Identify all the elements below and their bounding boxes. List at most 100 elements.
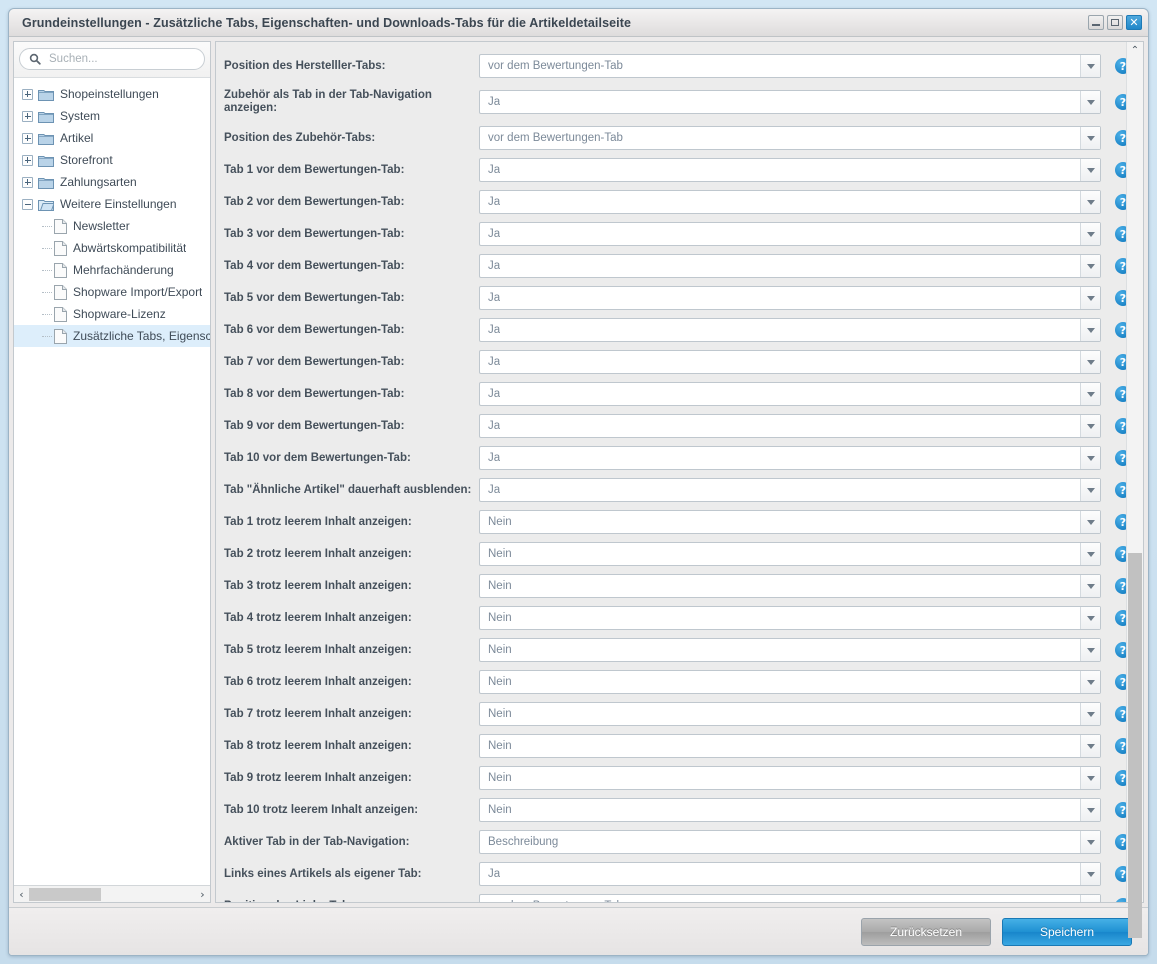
tree-item-storefront[interactable]: Storefront <box>14 149 210 171</box>
dropdown-field[interactable]: Ja <box>479 862 1101 886</box>
chevron-down-icon[interactable] <box>1080 671 1100 693</box>
field-label: Tab 1 vor dem Bewertungen-Tab: <box>224 163 405 176</box>
save-button[interactable]: Speichern <box>1002 917 1132 946</box>
collapse-icon[interactable] <box>22 198 33 210</box>
dropdown-field[interactable]: vor dem Bewertungen-Tab <box>479 894 1101 902</box>
settings-form-panel: Position des Herstelller-Tabs: vor dem Be… <box>215 41 1144 938</box>
tree-item-abwärtskompatibilität[interactable]: Abwärtskompatibilität <box>14 237 210 259</box>
expand-icon[interactable] <box>22 110 33 122</box>
dropdown-field[interactable]: Ja <box>479 446 1101 470</box>
tree-item-mehrfachänderung[interactable]: Mehrfachänderung <box>14 259 210 281</box>
hscroll-thumb[interactable] <box>29 887 101 901</box>
dropdown-field[interactable]: Ja <box>479 190 1101 214</box>
dropdown-field[interactable]: Ja <box>479 414 1101 438</box>
chevron-down-icon[interactable] <box>1080 191 1100 213</box>
chevron-down-icon[interactable] <box>1080 447 1100 469</box>
tree-item-system[interactable]: System <box>14 105 210 127</box>
tree-item-shopware-import-export[interactable]: Shopware Import/Export <box>14 281 210 303</box>
dropdown-field[interactable]: Nein <box>479 606 1101 630</box>
chevron-down-icon[interactable] <box>1080 543 1100 565</box>
dropdown-field[interactable]: Nein <box>479 734 1101 758</box>
expand-icon[interactable] <box>22 176 33 188</box>
tree-item-artikel[interactable]: Artikel <box>14 127 210 149</box>
search-area <box>14 42 210 78</box>
dropdown-field[interactable]: Nein <box>479 638 1101 662</box>
settings-tree[interactable]: Shopeinstellungen System Artikel Storefront… <box>14 78 210 885</box>
chevron-down-icon[interactable] <box>1080 639 1100 661</box>
chevron-down-icon[interactable] <box>1080 895 1100 902</box>
field-label: Tab 1 trotz leerem Inhalt anzeigen: <box>224 515 412 528</box>
chevron-down-icon[interactable] <box>1080 607 1100 629</box>
chevron-down-icon[interactable] <box>1080 415 1100 437</box>
chevron-down-icon[interactable] <box>1080 863 1100 885</box>
field-label: Tab 10 vor dem Bewertungen-Tab: <box>224 451 411 464</box>
search-input[interactable] <box>47 52 195 66</box>
dropdown-field[interactable]: Nein <box>479 702 1101 726</box>
scroll-up-icon[interactable]: ⌃ <box>1127 42 1143 58</box>
tree-item-shopware-lizenz[interactable]: Shopware-Lizenz <box>14 303 210 325</box>
tree-item-weitere-einstellungen[interactable]: Weitere Einstellungen <box>14 193 210 215</box>
dropdown-field[interactable]: Ja <box>479 222 1101 246</box>
dropdown-field[interactable]: Nein <box>479 542 1101 566</box>
dropdown-field[interactable]: Nein <box>479 766 1101 790</box>
vscroll-track[interactable] <box>1127 58 1143 938</box>
dropdown-field[interactable]: Nein <box>479 510 1101 534</box>
dropdown-field[interactable]: Ja <box>479 350 1101 374</box>
chevron-down-icon[interactable] <box>1080 575 1100 597</box>
field-label: Tab 5 vor dem Bewertungen-Tab: <box>224 291 405 304</box>
tree-horizontal-scrollbar[interactable]: ‹ › <box>14 885 210 902</box>
chevron-down-icon[interactable] <box>1080 831 1100 853</box>
search-box[interactable] <box>19 48 205 70</box>
maximize-button[interactable] <box>1107 15 1123 30</box>
dropdown-field[interactable]: Ja <box>479 254 1101 278</box>
chevron-down-icon[interactable] <box>1080 351 1100 373</box>
scroll-left-icon[interactable]: ‹ <box>14 887 29 902</box>
chevron-down-icon[interactable] <box>1080 55 1100 77</box>
chevron-down-icon[interactable] <box>1080 127 1100 149</box>
tree-item-shopeinstellungen[interactable]: Shopeinstellungen <box>14 83 210 105</box>
dropdown-field[interactable]: Nein <box>479 670 1101 694</box>
dropdown-field[interactable]: vor dem Bewertungen-Tab <box>479 54 1101 78</box>
close-icon[interactable]: ✕ <box>1126 15 1142 30</box>
chevron-down-icon[interactable] <box>1080 223 1100 245</box>
chevron-down-icon[interactable] <box>1080 767 1100 789</box>
chevron-down-icon[interactable] <box>1080 479 1100 501</box>
field-label: Tab 5 trotz leerem Inhalt anzeigen: <box>224 643 412 656</box>
chevron-down-icon[interactable] <box>1080 383 1100 405</box>
expand-icon[interactable] <box>22 154 33 166</box>
hscroll-track[interactable] <box>29 886 195 902</box>
dropdown-field[interactable]: Ja <box>479 286 1101 310</box>
expand-icon[interactable] <box>22 88 33 100</box>
dropdown-field[interactable]: Nein <box>479 574 1101 598</box>
dropdown-field[interactable]: Beschreibung <box>479 830 1101 854</box>
vscroll-thumb[interactable] <box>1128 553 1142 938</box>
chevron-down-icon[interactable] <box>1080 319 1100 341</box>
tree-item-zusätzliche-tabs-eigenschaften[interactable]: Zusätzliche Tabs, Eigenschaften <box>14 325 210 347</box>
dropdown-value: Ja <box>488 452 501 464</box>
chevron-down-icon[interactable] <box>1080 159 1100 181</box>
dropdown-field[interactable]: vor dem Bewertungen-Tab <box>479 126 1101 150</box>
tree-item-zahlungsarten[interactable]: Zahlungsarten <box>14 171 210 193</box>
reset-button[interactable]: Zurücksetzen <box>861 917 991 946</box>
chevron-down-icon[interactable] <box>1080 799 1100 821</box>
dropdown-field[interactable]: Ja <box>479 90 1101 114</box>
scroll-right-icon[interactable]: › <box>195 887 210 902</box>
minimize-button[interactable] <box>1088 15 1104 30</box>
chevron-down-icon[interactable] <box>1080 255 1100 277</box>
dropdown-field[interactable]: Ja <box>479 478 1101 502</box>
dropdown-field[interactable]: Nein <box>479 798 1101 822</box>
dropdown-field[interactable]: Ja <box>479 318 1101 342</box>
expand-icon[interactable] <box>22 132 33 144</box>
field-label: Tab "Ähnliche Artikel" dauerhaft ausblen… <box>224 483 472 496</box>
chevron-down-icon[interactable] <box>1080 735 1100 757</box>
dropdown-field[interactable]: Ja <box>479 158 1101 182</box>
form-row: Tab 5 vor dem Bewertungen-Tab: Ja? <box>216 282 1143 314</box>
chevron-down-icon[interactable] <box>1080 91 1100 113</box>
tree-item-newsletter[interactable]: Newsletter <box>14 215 210 237</box>
chevron-down-icon[interactable] <box>1080 287 1100 309</box>
form-vertical-scrollbar[interactable]: ⌃ ⌄ <box>1126 42 1143 938</box>
chevron-down-icon[interactable] <box>1080 703 1100 725</box>
dropdown-field[interactable]: Ja <box>479 382 1101 406</box>
chevron-down-icon[interactable] <box>1080 511 1100 533</box>
folder-icon <box>38 155 54 167</box>
